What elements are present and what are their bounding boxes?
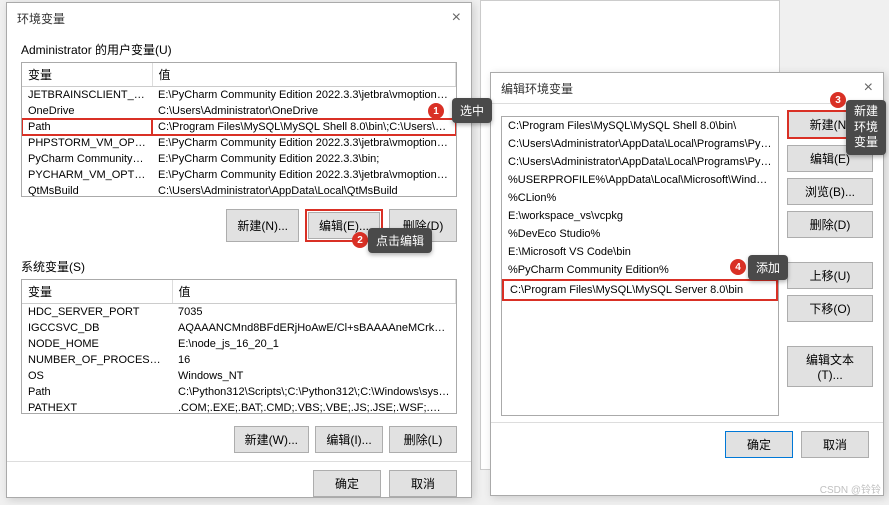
- dialog-title: 环境变量: [17, 10, 65, 27]
- cell-var: PyCharm Community Editi...: [22, 151, 152, 167]
- user-vars-table-wrap: 变量 值 JETBRAINSCLIENT_VM_O...E:\PyCharm C…: [21, 62, 457, 197]
- cell-val: Windows_NT: [172, 368, 456, 384]
- table-row[interactable]: PyCharm Community Editi...E:\PyCharm Com…: [22, 151, 456, 167]
- bubble-select: 选中: [452, 98, 492, 123]
- edit-delete-button[interactable]: 删除(D): [787, 211, 873, 238]
- bubble-new-env: 新建 环境 变量: [846, 100, 886, 155]
- list-item[interactable]: E:\workspace_vs\vcpkg: [502, 207, 778, 225]
- col-var: 变量: [22, 280, 172, 304]
- system-vars-table[interactable]: 变量 值 HDC_SERVER_PORT7035IGCCSVC_DBAQAAAN…: [22, 280, 456, 414]
- edit-footer: 确定 取消: [491, 422, 883, 466]
- sys-new-button[interactable]: 新建(W)...: [234, 426, 309, 453]
- list-item[interactable]: %USERPROFILE%\AppData\Local\Microsoft\Wi…: [502, 171, 778, 189]
- cell-val: C:\Users\Administrator\OneDrive: [152, 103, 456, 119]
- edit-dialog-titlebar: 编辑环境变量 ×: [491, 73, 883, 104]
- dialog-titlebar: 环境变量 ×: [7, 3, 471, 33]
- edit-up-button[interactable]: 上移(U): [787, 262, 873, 289]
- edit-browse-button[interactable]: 浏览(B)...: [787, 178, 873, 205]
- edit-side-buttons: 新建(N) 编辑(E) 浏览(B)... 删除(D) 上移(U) 下移(O) 编…: [787, 110, 873, 422]
- cell-val: E:\PyCharm Community Edition 2022.3.3\je…: [152, 87, 456, 104]
- edit-dialog-title: 编辑环境变量: [501, 80, 573, 97]
- cell-var: QtMsBuild: [22, 183, 152, 197]
- cell-var: PYCHARM_VM_OPTIONS: [22, 167, 152, 183]
- main-footer: 确定 取消: [7, 461, 471, 505]
- cell-var: NODE_HOME: [22, 336, 172, 352]
- main-ok-button[interactable]: 确定: [313, 470, 381, 497]
- cell-val: 16: [172, 352, 456, 368]
- cell-val: AQAAANCMnd8BFdERjHoAwE/Cl+sBAAAAneMCrkdq…: [172, 320, 456, 336]
- system-btn-row: 新建(W)... 编辑(I)... 删除(L): [7, 418, 471, 461]
- table-row[interactable]: NODE_HOMEE:\node_js_16_20_1: [22, 336, 456, 352]
- cell-var: NUMBER_OF_PROCESSORS: [22, 352, 172, 368]
- cell-var: JETBRAINSCLIENT_VM_O...: [22, 87, 152, 104]
- watermark: CSDN @铃铃: [820, 481, 881, 496]
- badge-2: 2: [352, 232, 368, 248]
- cell-var: IGCCSVC_DB: [22, 320, 172, 336]
- bubble-click-edit: 点击编辑: [368, 228, 432, 253]
- col-var: 变量: [22, 63, 152, 87]
- cell-var: PHPSTORM_VM_OPTIONS: [22, 135, 152, 151]
- table-row[interactable]: QtMsBuildC:\Users\Administrator\AppData\…: [22, 183, 456, 197]
- user-vars-table[interactable]: 变量 值 JETBRAINSCLIENT_VM_O...E:\PyCharm C…: [22, 63, 456, 197]
- col-val: 值: [152, 63, 456, 87]
- table-row[interactable]: PathC:\Python312\Scripts\;C:\Python312\;…: [22, 384, 456, 400]
- cell-val: C:\Users\Administrator\AppData\Local\QtM…: [152, 183, 456, 197]
- list-item[interactable]: C:\Program Files\MySQL\MySQL Shell 8.0\b…: [502, 117, 778, 135]
- table-row[interactable]: OSWindows_NT: [22, 368, 456, 384]
- list-item[interactable]: C:\Users\Administrator\AppData\Local\Pro…: [502, 135, 778, 153]
- cell-var: HDC_SERVER_PORT: [22, 304, 172, 321]
- close-icon[interactable]: ×: [452, 9, 461, 27]
- table-row[interactable]: HDC_SERVER_PORT7035: [22, 304, 456, 321]
- list-item[interactable]: C:\Users\Administrator\AppData\Local\Pro…: [502, 153, 778, 171]
- cell-var: OS: [22, 368, 172, 384]
- cell-val: E:\node_js_16_20_1: [172, 336, 456, 352]
- list-item[interactable]: C:\Program Files\MySQL\MySQL Server 8.0\…: [502, 279, 778, 301]
- user-vars-label: Administrator 的用户变量(U): [21, 41, 457, 58]
- edit-ok-button[interactable]: 确定: [725, 431, 793, 458]
- edit-text-button[interactable]: 编辑文本(T)...: [787, 346, 873, 387]
- close-icon[interactable]: ×: [864, 79, 873, 97]
- col-val: 值: [172, 280, 456, 304]
- system-vars-table-wrap: 变量 值 HDC_SERVER_PORT7035IGCCSVC_DBAQAAAN…: [21, 279, 457, 414]
- cell-val: C:\Python312\Scripts\;C:\Python312\;C:\W…: [172, 384, 456, 400]
- system-vars-section: 系统变量(S) 变量 值 HDC_SERVER_PORT7035IGCCSVC_…: [7, 250, 471, 418]
- list-item[interactable]: %DevEco Studio%: [502, 225, 778, 243]
- badge-1: 1: [428, 103, 444, 119]
- cell-val: 7035: [172, 304, 456, 321]
- cell-val: .COM;.EXE;.BAT;.CMD;.VBS;.VBE;.JS;.JSE;.…: [172, 400, 456, 414]
- main-cancel-button[interactable]: 取消: [389, 470, 457, 497]
- bubble-add: 添加: [748, 255, 788, 280]
- cell-val: E:\PyCharm Community Edition 2022.3.3\je…: [152, 135, 456, 151]
- cell-var: Path: [22, 119, 152, 135]
- table-row[interactable]: IGCCSVC_DBAQAAANCMnd8BFdERjHoAwE/Cl+sBAA…: [22, 320, 456, 336]
- table-row[interactable]: PYCHARM_VM_OPTIONSE:\PyCharm Community E…: [22, 167, 456, 183]
- sys-edit-button[interactable]: 编辑(I)...: [315, 426, 383, 453]
- cell-var: PATHEXT: [22, 400, 172, 414]
- edit-env-dialog: 编辑环境变量 × C:\Program Files\MySQL\MySQL Sh…: [490, 72, 884, 496]
- cell-val: C:\Program Files\MySQL\MySQL Shell 8.0\b…: [152, 119, 456, 135]
- table-row[interactable]: PathC:\Program Files\MySQL\MySQL Shell 8…: [22, 119, 456, 135]
- edit-dialog-body: C:\Program Files\MySQL\MySQL Shell 8.0\b…: [491, 104, 883, 422]
- table-row[interactable]: PHPSTORM_VM_OPTIONSE:\PyCharm Community …: [22, 135, 456, 151]
- cell-var: Path: [22, 384, 172, 400]
- table-row[interactable]: JETBRAINSCLIENT_VM_O...E:\PyCharm Commun…: [22, 87, 456, 104]
- badge-3: 3: [830, 92, 846, 108]
- list-item[interactable]: %CLion%: [502, 189, 778, 207]
- sys-delete-button[interactable]: 删除(L): [389, 426, 457, 453]
- system-vars-label: 系统变量(S): [21, 258, 457, 275]
- table-row[interactable]: NUMBER_OF_PROCESSORS16: [22, 352, 456, 368]
- edit-down-button[interactable]: 下移(O): [787, 295, 873, 322]
- table-row[interactable]: OneDriveC:\Users\Administrator\OneDrive: [22, 103, 456, 119]
- cell-val: E:\PyCharm Community Edition 2022.3.3\bi…: [152, 151, 456, 167]
- user-vars-section: Administrator 的用户变量(U) 变量 值 JETBRAINSCLI…: [7, 33, 471, 201]
- user-new-button[interactable]: 新建(N)...: [226, 209, 299, 242]
- cell-var: OneDrive: [22, 103, 152, 119]
- edit-cancel-button[interactable]: 取消: [801, 431, 869, 458]
- table-row[interactable]: PATHEXT.COM;.EXE;.BAT;.CMD;.VBS;.VBE;.JS…: [22, 400, 456, 414]
- cell-val: E:\PyCharm Community Edition 2022.3.3\je…: [152, 167, 456, 183]
- badge-4: 4: [730, 259, 746, 275]
